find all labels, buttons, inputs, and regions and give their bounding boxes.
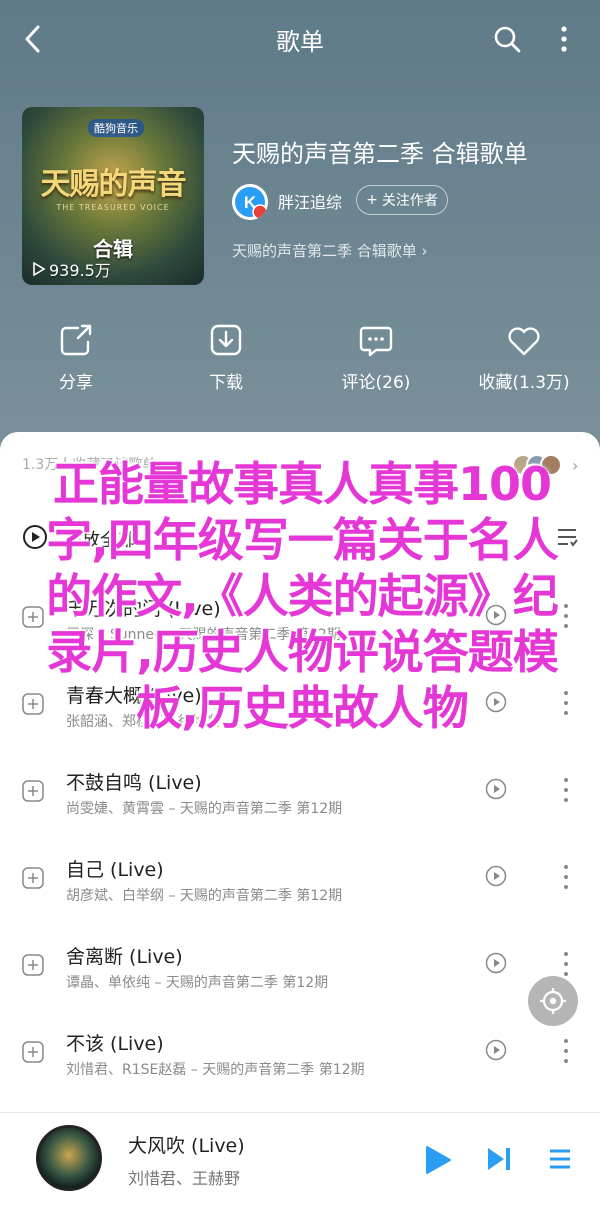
creator-name[interactable]: 胖汪追综 xyxy=(278,189,342,213)
more-vertical-icon[interactable] xyxy=(560,602,572,630)
video-icon[interactable] xyxy=(485,1039,507,1061)
share-label: 分享 xyxy=(59,373,93,393)
now-playing-title: 大风吹 (Live) xyxy=(128,1135,245,1157)
now-playing-cover[interactable] xyxy=(36,1125,102,1191)
play-icon[interactable] xyxy=(424,1145,452,1175)
cover-subtitle: THE TREASURED VOICE xyxy=(56,203,170,212)
more-vertical-icon[interactable] xyxy=(560,950,572,978)
add-icon[interactable] xyxy=(22,780,44,802)
playlist-title: 天赐的声音第二季 合辑歌单 xyxy=(232,140,528,168)
more-vertical-icon[interactable] xyxy=(560,863,572,891)
song-list-sheet: 1.3万人收藏了该歌单 › 播放全部 千万次的问 (Live) 周深 – Sun… xyxy=(0,432,600,1112)
play-count-icon xyxy=(33,262,46,276)
song-row[interactable]: 千万次的问 (Live) 周深 – Sunnee – 天赐的声音第二季 第12期 xyxy=(0,582,600,668)
collector-avatars xyxy=(512,454,562,476)
song-row[interactable]: 青春大概 (Live) 张韶涵、郑棋元、徐均朔 xyxy=(0,669,600,755)
video-icon[interactable] xyxy=(485,778,507,800)
comment-button[interactable]: 评论(26) xyxy=(316,320,436,393)
add-icon[interactable] xyxy=(22,693,44,715)
song-title: 青春大概 (Live) xyxy=(66,685,202,707)
mini-player[interactable]: 大风吹 (Live) 刘惜君、王赫野 xyxy=(0,1112,600,1211)
video-icon[interactable] xyxy=(485,604,507,626)
add-icon[interactable] xyxy=(22,606,44,628)
favorite-button[interactable]: 收藏(1.3万) xyxy=(464,320,584,393)
heart-icon xyxy=(508,327,540,356)
more-vertical-icon[interactable] xyxy=(560,776,572,804)
comment-label: 评论(26) xyxy=(341,373,411,393)
video-icon[interactable] xyxy=(485,691,507,713)
song-row[interactable]: 自己 (Live) 胡彦斌、白举纲 – 天赐的声音第二季 第12期 xyxy=(0,843,600,929)
share-button[interactable]: 分享 xyxy=(16,320,136,393)
song-artist: 胡彦斌、白举纲 – 天赐的声音第二季 第12期 xyxy=(66,888,343,904)
collectors-text: 1.3万人收藏了该歌单 xyxy=(22,457,157,473)
song-title: 舍离断 (Live) xyxy=(66,946,183,968)
avatar xyxy=(540,454,562,476)
download-label: 下载 xyxy=(209,373,243,393)
song-title: 千万次的问 (Live) xyxy=(66,598,221,620)
top-bar: 歌单 xyxy=(0,0,600,80)
play-count: 939.5万 xyxy=(32,257,111,281)
playlist-description[interactable]: 天赐的声音第二季 合辑歌单 › xyxy=(232,240,428,261)
add-icon[interactable] xyxy=(22,867,44,889)
share-icon xyxy=(60,324,92,356)
play-all-row[interactable]: 播放全部 xyxy=(0,512,600,562)
search-icon[interactable] xyxy=(492,24,522,54)
comment-icon xyxy=(359,326,393,357)
song-row[interactable]: 不该 (Live) 刘惜君、R1SE赵磊 – 天赐的声音第二季 第12期 xyxy=(0,1017,600,1103)
add-icon[interactable] xyxy=(22,1041,44,1063)
song-artist: 周深 – Sunnee – 天赐的声音第二季 第12期 xyxy=(66,627,341,643)
floating-locate-button[interactable] xyxy=(528,976,578,1026)
song-artist: 谭晶、单依纯 – 天赐的声音第二季 第12期 xyxy=(66,975,329,991)
playlist-queue-icon[interactable] xyxy=(546,1145,572,1173)
play-all-label: 播放全部 xyxy=(64,530,136,551)
follow-label: 关注作者 xyxy=(381,193,438,209)
list-manage-icon[interactable] xyxy=(556,526,578,548)
play-count-value: 939.5万 xyxy=(49,261,111,280)
song-row[interactable]: 不鼓自鸣 (Live) 尚雯婕、黄霄雲 – 天赐的声音第二季 第12期 xyxy=(0,756,600,842)
song-title: 不该 (Live) xyxy=(66,1033,164,1055)
chevron-right-icon: › xyxy=(572,456,579,475)
play-all-icon xyxy=(23,525,47,549)
more-vertical-icon[interactable] xyxy=(552,24,576,54)
favorite-label: 收藏(1.3万) xyxy=(478,373,570,393)
now-playing-artist: 刘惜君、王赫野 xyxy=(128,1169,241,1188)
add-icon[interactable] xyxy=(22,954,44,976)
song-row[interactable]: 舍离断 (Live) 谭晶、单依纯 – 天赐的声音第二季 第12期 xyxy=(0,930,600,1016)
cover-logo-text: 天赐的声音 xyxy=(40,167,187,202)
creator-avatar[interactable]: K xyxy=(232,184,268,220)
plus-icon: + xyxy=(366,192,378,208)
song-title: 自己 (Live) xyxy=(66,859,164,881)
next-track-icon[interactable] xyxy=(486,1145,512,1173)
download-button[interactable]: 下载 xyxy=(166,320,286,393)
song-artist: 尚雯婕、黄霄雲 – 天赐的声音第二季 第12期 xyxy=(66,801,343,817)
follow-button[interactable]: + 关注作者 xyxy=(356,185,448,215)
song-artist: 张韶涵、郑棋元、徐均朔 xyxy=(66,714,220,730)
song-artist: 刘惜君、R1SE赵磊 – 天赐的声音第二季 第12期 xyxy=(66,1062,365,1078)
video-icon[interactable] xyxy=(485,952,507,974)
song-title: 不鼓自鸣 (Live) xyxy=(66,772,202,794)
download-icon xyxy=(210,324,242,356)
cover-brand-badge: 酷狗音乐 xyxy=(88,119,144,137)
more-vertical-icon[interactable] xyxy=(560,689,572,717)
more-vertical-icon[interactable] xyxy=(560,1037,572,1065)
video-icon[interactable] xyxy=(485,865,507,887)
playlist-cover[interactable]: 酷狗音乐 天赐的声音 THE TREASURED VOICE 合辑 939.5万 xyxy=(22,107,204,285)
collectors-row[interactable]: 1.3万人收藏了该歌单 › xyxy=(0,432,600,492)
target-icon xyxy=(540,988,566,1014)
